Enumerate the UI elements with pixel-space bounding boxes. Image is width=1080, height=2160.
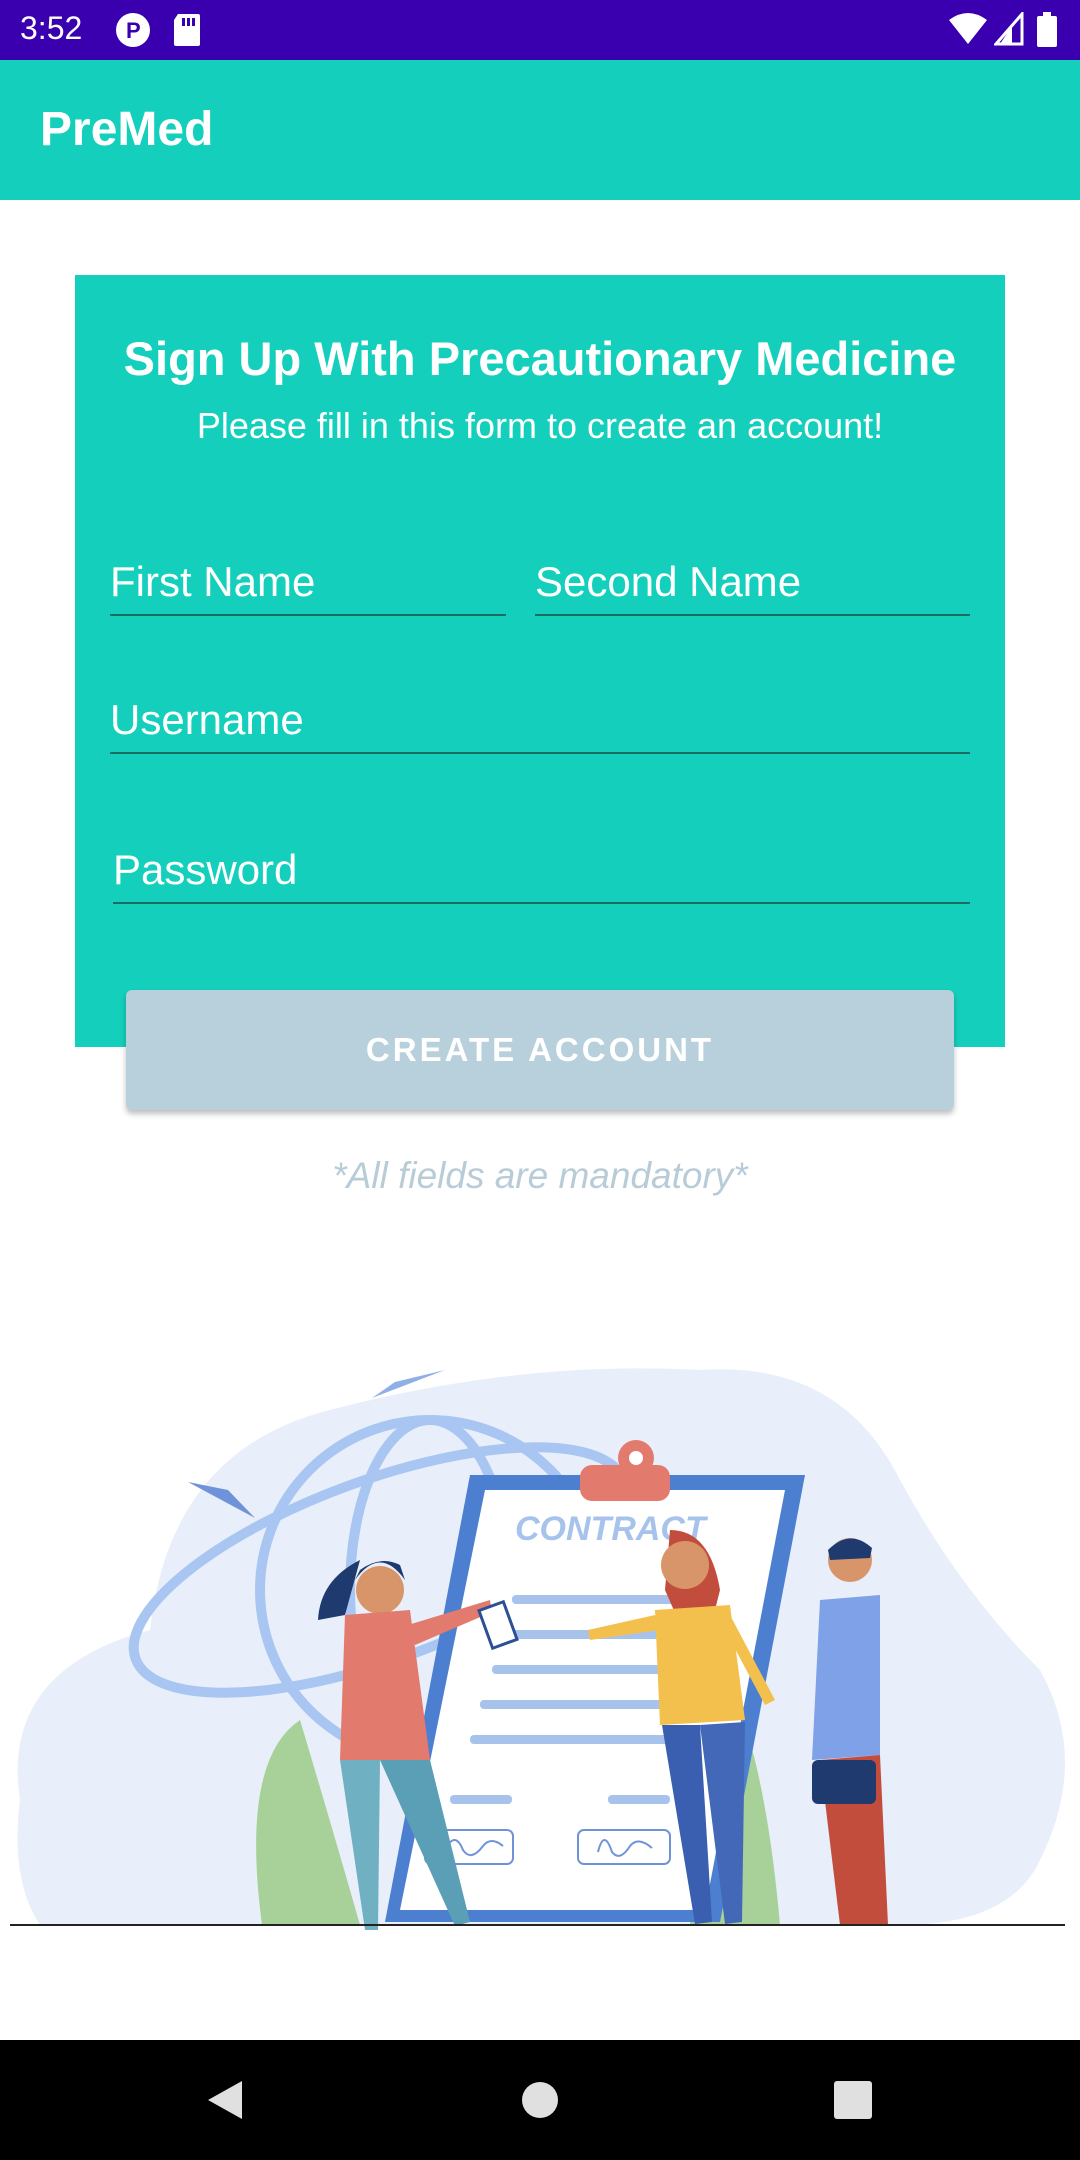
divider — [10, 1924, 1065, 1926]
back-icon[interactable] — [200, 2075, 250, 2125]
recents-icon[interactable] — [828, 2075, 878, 2125]
wifi-icon — [948, 12, 988, 51]
form-subtitle: Please fill in this form to create an ac… — [196, 405, 884, 446]
username-input[interactable] — [110, 696, 970, 754]
create-account-button[interactable]: CREATE ACCOUNT — [126, 990, 954, 1110]
svg-text:P: P — [126, 18, 141, 43]
first-name-input[interactable] — [110, 558, 506, 616]
mandatory-note: *All fields are mandatory* — [332, 1155, 748, 1196]
status-time: 3:52 — [20, 10, 83, 46]
contract-signing-illustration: CONTRACT — [17, 1368, 1065, 1930]
sd-card-icon — [172, 12, 202, 53]
signup-card: Sign Up With Precautionary Medicine Plea… — [75, 275, 1005, 1047]
battery-icon — [1036, 12, 1058, 53]
second-name-input[interactable] — [535, 558, 970, 616]
home-icon[interactable] — [515, 2075, 565, 2125]
status-bar: 3:52 P — [0, 0, 1080, 60]
form-title: Sign Up With Precautionary Medicine — [123, 332, 957, 385]
app-bar: PreMed — [0, 60, 1080, 200]
password-input[interactable] — [113, 846, 970, 904]
app-notification-icon: P — [115, 12, 151, 53]
app-title: PreMed — [40, 103, 214, 156]
cellular-signal-icon — [992, 9, 1024, 51]
navigation-bar — [0, 2040, 1080, 2160]
